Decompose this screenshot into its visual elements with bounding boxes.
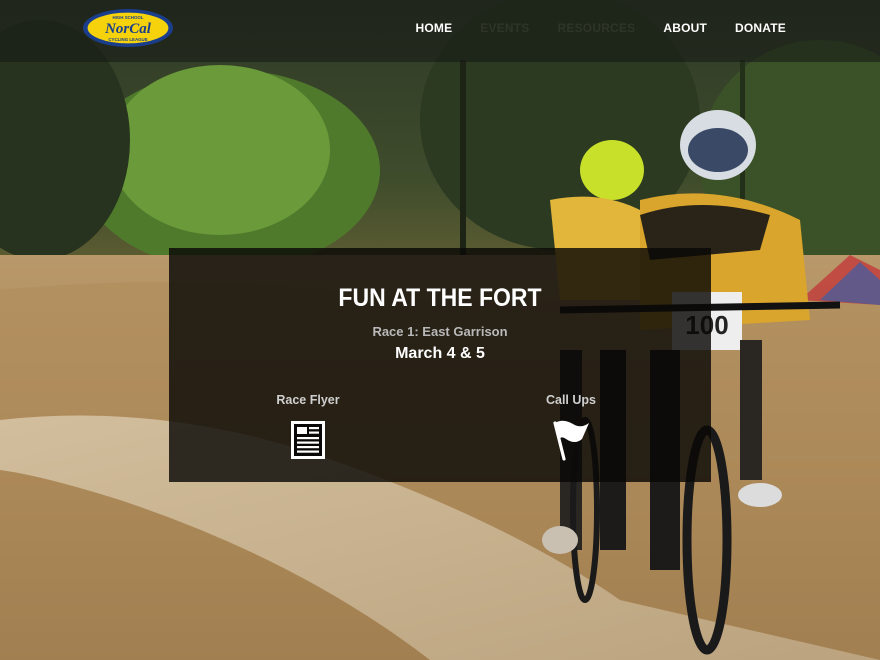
logo-main-text: NorCal [104, 21, 152, 37]
main-nav: HOME EVENTS RESOURCES ABOUT DONATE [415, 0, 880, 56]
call-ups-link[interactable]: Call Ups [511, 393, 631, 461]
call-ups-label: Call Ups [545, 393, 596, 407]
logo-bottom-text: CYCLING LEAGUE [108, 37, 147, 42]
event-title: FUN AT THE FORT [338, 284, 542, 312]
race-flyer-link[interactable]: Race Flyer [248, 393, 368, 461]
norcal-logo[interactable]: HIGH SCHOOL NorCal CYCLING LEAGUE [82, 8, 174, 48]
document-icon[interactable] [288, 419, 328, 461]
site-header: HIGH SCHOOL NorCal CYCLING LEAGUE HOME E… [0, 0, 880, 62]
flag-icon[interactable] [551, 419, 591, 461]
race-flyer-label: Race Flyer [276, 393, 340, 407]
logo-top-text: HIGH SCHOOL [113, 15, 144, 20]
nav-events[interactable]: EVENTS [480, 21, 529, 35]
event-card: FUN AT THE FORT Race 1: East Garrison Ma… [169, 248, 711, 482]
nav-about[interactable]: ABOUT [663, 21, 707, 35]
nav-donate[interactable]: DONATE [735, 21, 786, 35]
nav-resources[interactable]: RESOURCES [558, 21, 636, 35]
event-subtitle: Race 1: East Garrison [372, 324, 508, 339]
event-date: March 4 & 5 [395, 345, 485, 362]
nav-home[interactable]: HOME [415, 21, 452, 35]
